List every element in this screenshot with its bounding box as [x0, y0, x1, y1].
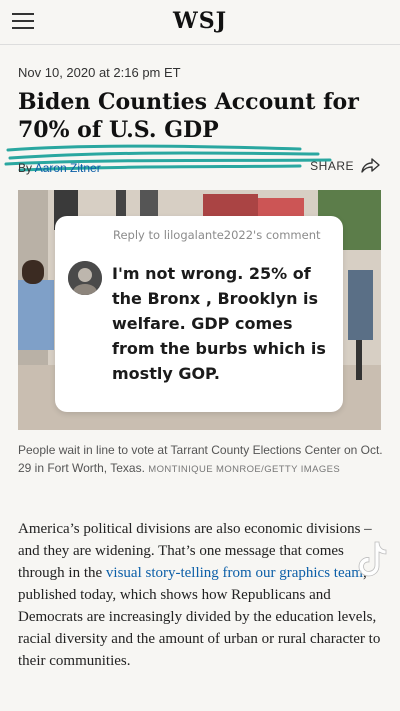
graphics-team-link[interactable]: visual story-telling from our graphics t…: [106, 565, 363, 581]
photo-credit: MONTINIQUE MONROE/GETTY IMAGES: [148, 464, 341, 475]
byline-prefix: By: [18, 161, 35, 175]
byline: By Aaron Zitner: [18, 161, 101, 175]
avatar-image: [68, 261, 102, 295]
publish-date: Nov 10, 2020 at 2:16 pm ET: [18, 65, 181, 80]
share-arrow-icon: [361, 158, 380, 173]
reply-comment-card: Reply to lilogalante2022's comment I'm n…: [55, 216, 343, 412]
avatar[interactable]: [68, 261, 102, 295]
comment-text: I'm not wrong. 25% of the Bronx , Brookl…: [112, 264, 326, 383]
tiktok-logo-icon: [358, 541, 387, 577]
article-paragraph: America’s political divisions are also e…: [18, 518, 386, 672]
wsj-logo[interactable]: WSJ: [0, 8, 400, 34]
share-button[interactable]: SHARE: [310, 158, 380, 174]
share-label: SHARE: [310, 159, 354, 173]
top-bar: WSJ: [0, 0, 400, 45]
headline: Biden Counties Account for 70% of U.S. G…: [18, 89, 359, 143]
reply-to-label: Reply to lilogalante2022's comment: [113, 228, 321, 242]
photo-caption: People wait in line to vote at Tarrant C…: [18, 441, 383, 479]
author-link[interactable]: Aaron Zitner: [35, 161, 101, 175]
